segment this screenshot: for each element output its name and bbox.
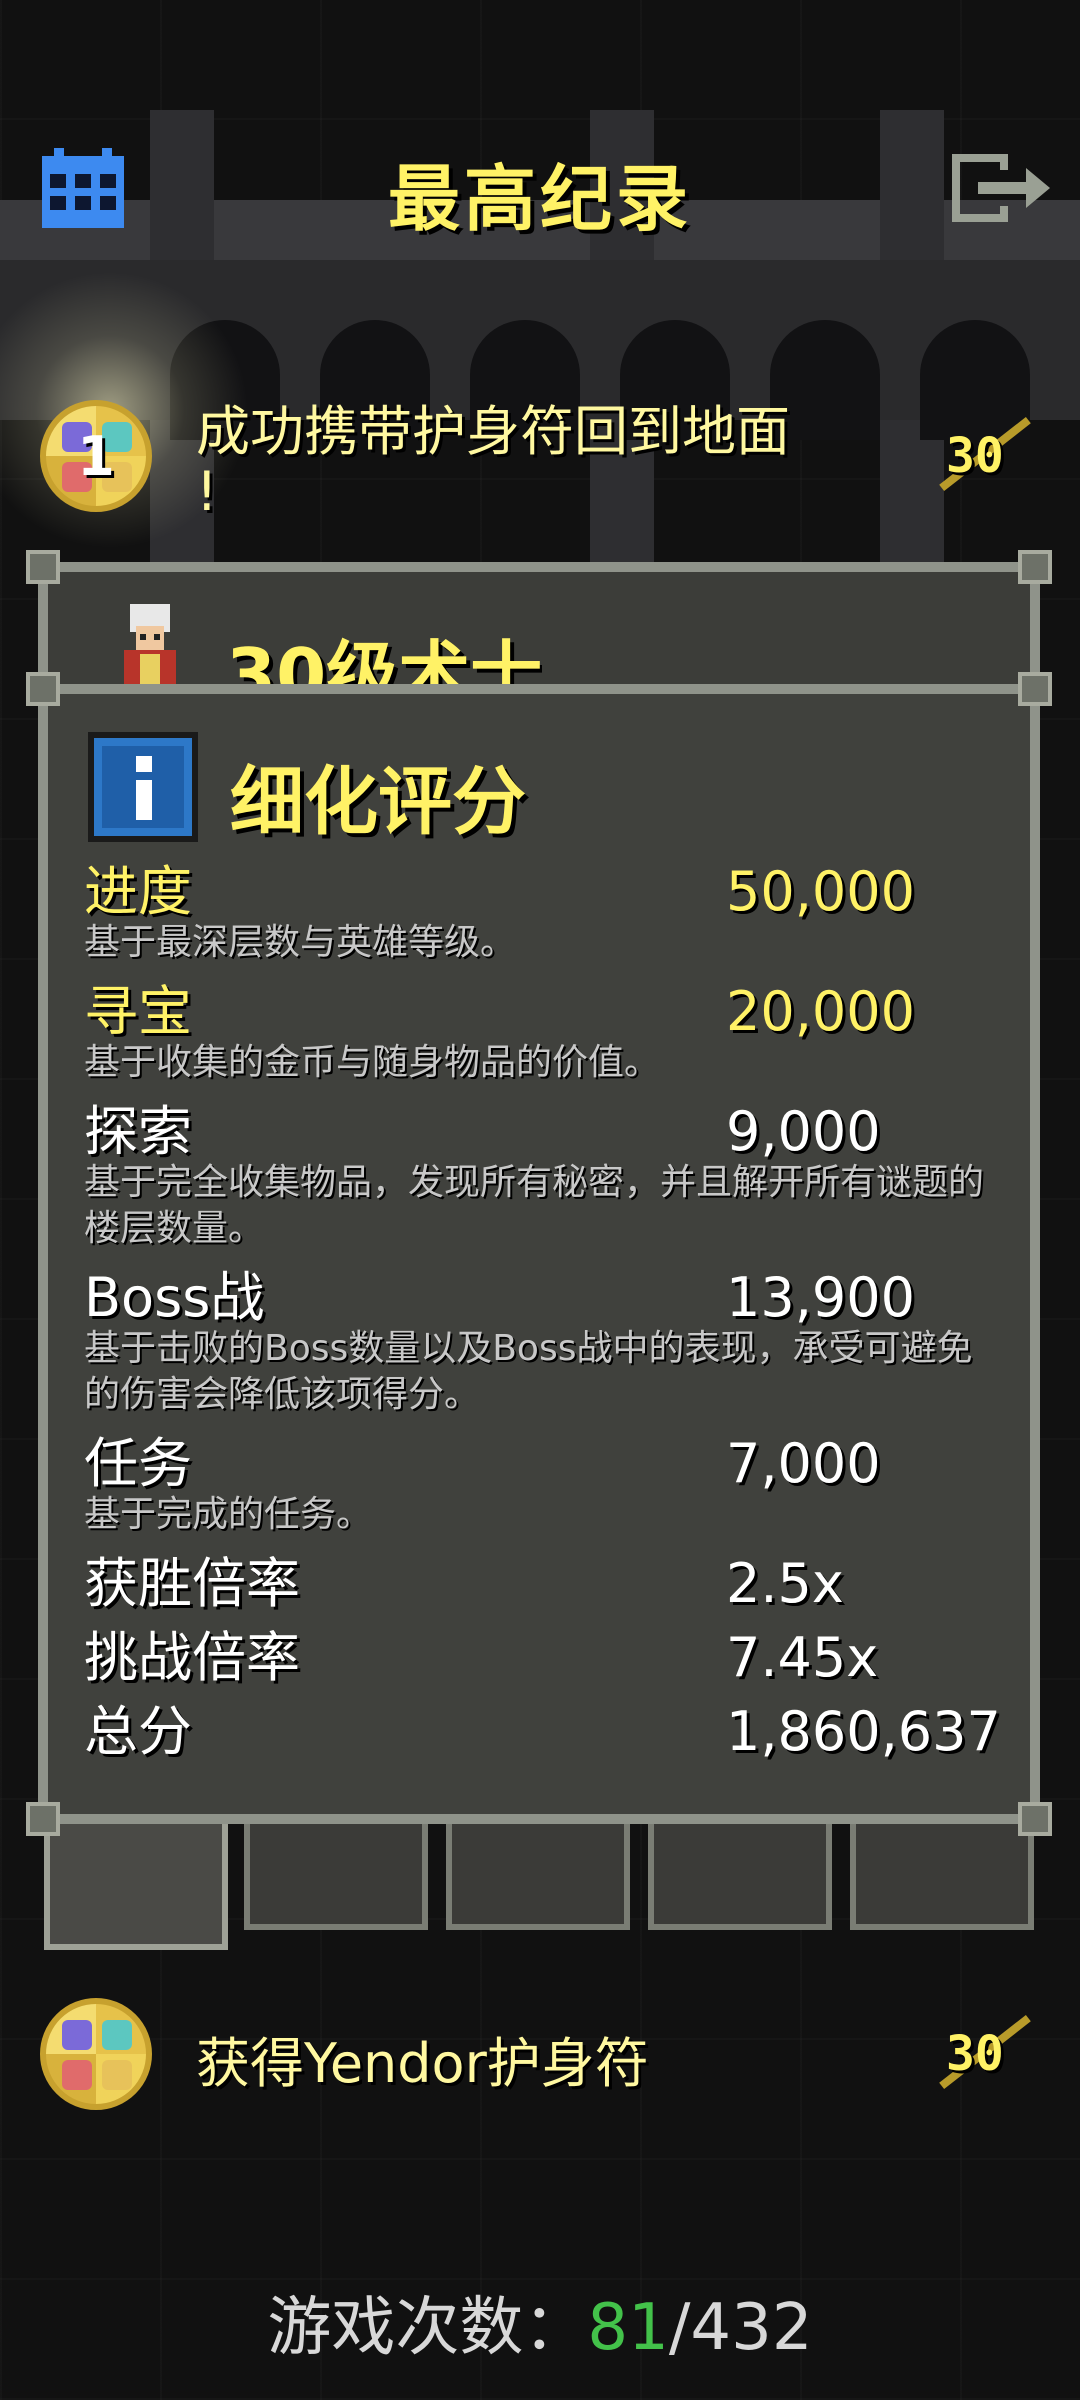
quests-label: 任务 (84, 1432, 192, 1495)
win-multiplier-value: 2.5x (726, 1552, 844, 1615)
challenge-multiplier-label: 挑战倍率 (84, 1626, 300, 1689)
amulet-badge-icon (40, 1998, 152, 2110)
boss-label: Boss战 (84, 1266, 265, 1329)
win-multiplier-label: 获胜倍率 (84, 1552, 300, 1615)
exploration-value: 9,000 (726, 1100, 881, 1163)
tab-badges[interactable] (850, 1810, 1034, 1930)
page-title: 最高纪录 (387, 157, 692, 241)
record-title[interactable]: 获得Yendor护身符 (196, 2034, 649, 2094)
hero-name: 30级术士 (226, 633, 543, 692)
games-played-counter: 游戏次数：81/432 (0, 2276, 1080, 2368)
games-played-label: 游戏次数： (267, 2291, 588, 2365)
total-score-value: 1,860,637 (726, 1700, 1001, 1763)
treasure-label: 寻宝 (84, 980, 192, 1043)
record-title[interactable]: 成功携带护身符回到地面 ! (196, 402, 896, 522)
record-level-tag: 30 (930, 404, 1040, 504)
tab-challenges[interactable] (244, 1810, 428, 1930)
games-played-separator: / (668, 2291, 691, 2365)
amulet-badge-icon: 1 (40, 400, 152, 512)
progress-value: 50,000 (726, 860, 915, 923)
challenge-multiplier-value: 7.45x (726, 1626, 879, 1689)
record-rank: 1 (77, 424, 115, 488)
info-icon (88, 732, 198, 842)
hero-avatar (124, 604, 176, 692)
quests-description: 基于完成的任务。 (84, 1494, 373, 1535)
treasure-description: 基于收集的金币与随身物品的价值。 (84, 1042, 661, 1083)
treasure-value: 20,000 (726, 980, 915, 1043)
record-level-tag: 30 (930, 2002, 1040, 2102)
exploration-description: 基于完全收集物品，发现所有秘密，并且解开所有谜题的楼层数量。 (84, 1162, 985, 1249)
games-played-total: 432 (690, 2291, 813, 2365)
boss-description: 基于击败的Boss数量以及Boss战中的表现，承受可避免的伤害会降低该项得分。 (84, 1328, 973, 1415)
progress-label: 进度 (84, 860, 192, 923)
tab-journal[interactable] (648, 1810, 832, 1930)
exit-icon[interactable] (948, 150, 1052, 226)
games-played-current: 81 (587, 2291, 669, 2365)
exploration-label: 探索 (84, 1100, 192, 1163)
quests-value: 7,000 (726, 1432, 881, 1495)
boss-value: 13,900 (726, 1266, 915, 1329)
total-score-label: 总分 (84, 1700, 192, 1763)
progress-description: 基于最深层数与英雄等级。 (84, 922, 517, 963)
tab-items[interactable] (446, 1810, 630, 1930)
breakdown-title: 细化评分 (230, 759, 526, 845)
